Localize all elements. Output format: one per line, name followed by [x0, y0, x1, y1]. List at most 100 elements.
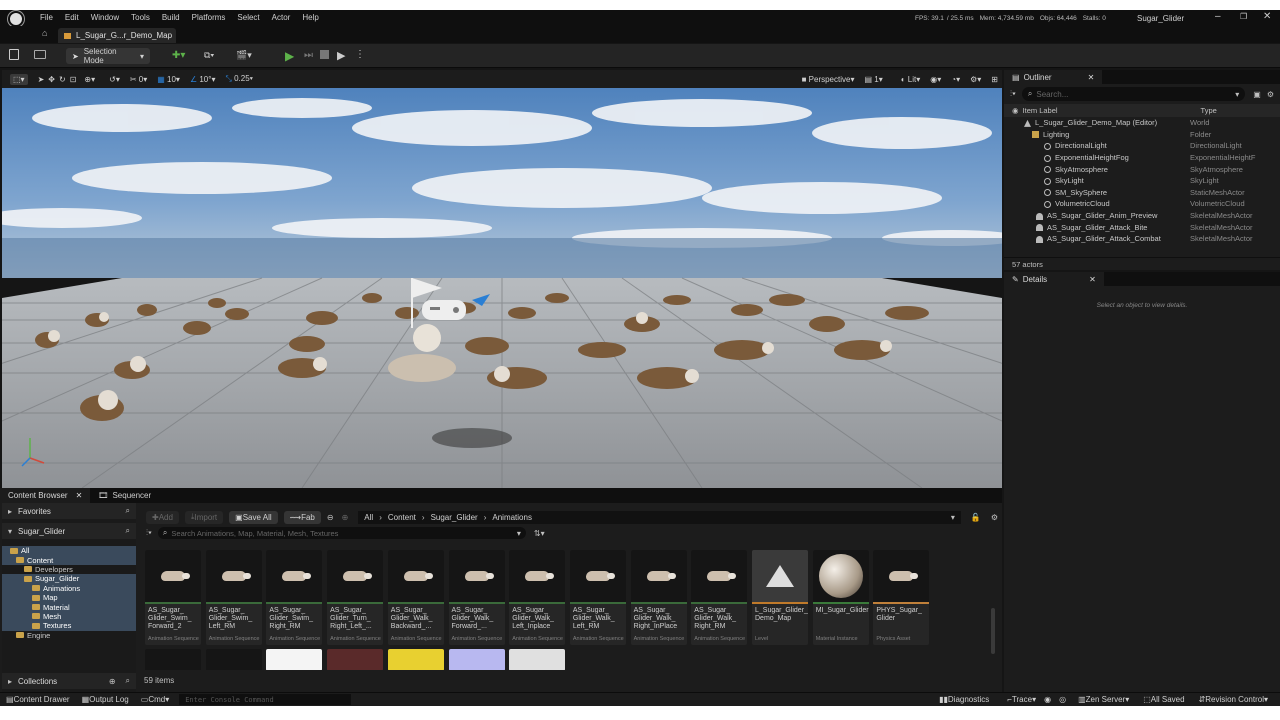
minimize-button[interactable]: – — [1215, 11, 1221, 22]
surface-snap-icon[interactable]: ↺▾ — [109, 75, 120, 84]
breadcrumb-separator-icon[interactable]: › — [422, 513, 425, 522]
sort-icon[interactable]: ⇅▾ — [534, 529, 545, 538]
folder-tree-item[interactable]: Animations — [2, 583, 136, 593]
rotate-icon[interactable]: ↻ — [59, 75, 66, 84]
add-folder-icon[interactable]: ▣ — [1253, 90, 1261, 99]
breadcrumb-item[interactable]: Content — [388, 513, 416, 522]
asset-tile[interactable]: PHYS_Sugar_ Glider Physics Asset — [873, 550, 930, 645]
project-root-header[interactable]: ▾ Sugar_Glider ⌕ — [2, 523, 136, 539]
revision-control-dropdown[interactable]: ⇵ Revision Control ▾ — [1199, 695, 1268, 704]
breadcrumb-item[interactable]: All — [364, 513, 373, 522]
outliner-settings-icon[interactable]: ⚙ — [1267, 90, 1274, 99]
asset-tile[interactable]: AS_Sugar_ Glider_Swim_ Right_RM Animation… — [266, 550, 323, 645]
cb-search-input[interactable]: ⌕ Search Animations, Map, Material, Mesh… — [157, 527, 526, 539]
asset-tile[interactable]: AS_Sugar_ Glider_Walk_ Left_Inplace Anima… — [509, 550, 566, 645]
content-drawer-button[interactable]: ▤ Content Drawer — [6, 695, 70, 704]
folder-tree-item[interactable]: Map — [2, 592, 136, 603]
chevron-down-icon[interactable]: ▾ — [951, 513, 955, 522]
close-details-icon[interactable]: ✕ — [1089, 275, 1096, 284]
save-all-button[interactable]: ▣ Save All — [229, 510, 278, 524]
breadcrumb-separator-icon[interactable]: › — [484, 513, 487, 522]
play-icon[interactable]: ▶ — [285, 49, 294, 63]
add-button[interactable]: ✚ Add — [146, 510, 179, 524]
trace-dropdown[interactable]: ⌐ Trace ▾ — [1007, 695, 1036, 704]
scale-snap-toggle[interactable]: ⤡ 0.25▾ — [225, 74, 253, 84]
filter-icon[interactable]: ⫶▾ — [1010, 89, 1016, 99]
favorites-search-icon[interactable]: ⌕ — [126, 506, 130, 516]
menu-help[interactable]: Help — [302, 13, 318, 22]
blueprint-icon[interactable]: ⧉▾ — [204, 50, 214, 61]
outliner-row[interactable]: SkyAtmosphere SkyAtmosphere — [1004, 163, 1280, 175]
zen-server-button[interactable]: ▥ Zen Server ▾ — [1078, 695, 1129, 704]
folder-tree-item[interactable]: Developers — [2, 565, 136, 574]
dark-texture-icon[interactable] — [145, 649, 201, 670]
maximize-button[interactable]: ❐ — [1240, 12, 1247, 21]
folder-tree-item[interactable]: Content — [2, 555, 136, 565]
add-collection-icon[interactable]: ⊕ — [109, 677, 116, 686]
dark-texture-icon[interactable] — [205, 649, 262, 670]
outliner-search-input[interactable]: ⌕ Search... ▾ — [1021, 87, 1246, 101]
cb-settings-icon[interactable]: ⚙ — [991, 513, 998, 522]
settings-gear-icon[interactable]: ⚙▾ — [970, 75, 981, 84]
close-content-browser-icon[interactable]: ✕ — [76, 491, 83, 500]
fur-texture-icon[interactable] — [509, 649, 566, 670]
outliner-row[interactable]: SkyLight SkyLight — [1004, 175, 1280, 187]
folder-tree-item[interactable]: Mesh — [2, 611, 136, 622]
outliner-row[interactable]: AS_Sugar_Glider_Attack_Bite SkeletalMeshA… — [1004, 221, 1280, 233]
outliner-tab[interactable]: ▤ Outliner ✕ — [1004, 70, 1103, 84]
asset-tile[interactable]: L_Sugar_Glider_ Demo_Map Level — [752, 550, 808, 645]
console-input[interactable]: Enter Console Command — [179, 694, 352, 705]
folder-tree-item[interactable]: Engine — [2, 631, 136, 640]
outliner-row[interactable]: AS_Sugar_Glider_Attack_Combat SkeletalMes… — [1004, 233, 1280, 245]
breadcrumb-item[interactable]: Animations — [492, 513, 532, 522]
level-tab[interactable]: L_Sugar_G...r_Demo_Map — [58, 28, 176, 43]
outliner-row[interactable]: L_Sugar_Glider_Demo_Map (Editor) World — [1004, 117, 1280, 129]
output-log-button[interactable]: ▦ Output Log — [82, 695, 129, 704]
close-button[interactable]: ✕ — [1263, 11, 1271, 22]
back-icon[interactable]: ⊖ — [327, 513, 334, 522]
world-icon[interactable]: ⊕▾ — [84, 75, 95, 84]
browse-icon[interactable] — [34, 50, 46, 59]
selection-mode-dropdown[interactable]: ➤ Selection Mode ▾ — [66, 47, 150, 65]
asset-tile[interactable]: AS_Sugar_ Glider_Walk_ Right_RM Animation… — [691, 550, 748, 645]
save-icon[interactable] — [9, 49, 19, 60]
asset-tile[interactable]: MI_Sugar_Glider Material Instance — [812, 550, 869, 645]
select-icon[interactable]: ➤ — [38, 75, 45, 84]
outliner-row[interactable]: AS_Sugar_Glider_Anim_Preview SkeletalMesh… — [1004, 210, 1280, 222]
cb-filter-icon[interactable]: ⫶▾ — [146, 528, 152, 538]
perspective-dropdown[interactable]: ■ Perspective▾ — [802, 75, 855, 84]
menu-platforms[interactable]: Platforms — [192, 13, 226, 22]
breadcrumb-separator-icon[interactable]: › — [379, 513, 382, 522]
menu-file[interactable]: File — [40, 13, 53, 22]
asset-tile[interactable]: AS_Sugar_ Glider_Swim_ Forward_2 Animatio… — [145, 550, 201, 645]
show-icon[interactable]: ◉▾ — [930, 75, 941, 84]
asset-grid-scrollbar[interactable] — [991, 608, 995, 654]
import-button[interactable]: ⤓ Import — [184, 510, 224, 524]
close-outliner-icon[interactable]: ✕ — [1088, 73, 1095, 82]
breadcrumb-item[interactable]: Sugar_Glider — [431, 513, 478, 522]
cmd-dropdown[interactable]: ▭ Cmd ▾ — [141, 695, 169, 704]
visibility-icon[interactable]: ◉ — [1012, 106, 1019, 115]
home-icon[interactable]: ⌂ — [42, 28, 47, 38]
record-icon[interactable]: ◉ — [1044, 695, 1051, 704]
folder-tree-item[interactable]: Material — [2, 602, 136, 612]
layout-icon[interactable]: ⊞ — [991, 75, 998, 84]
asset-tile[interactable]: AS_Sugar_ Glider_Turn_ Right_Left_... Ani… — [327, 550, 384, 645]
outliner-row[interactable]: DirectionalLight DirectionalLight — [1004, 140, 1280, 152]
rotation-snap-toggle[interactable]: ✂ 0▾ — [130, 75, 147, 84]
screenshot-icon[interactable]: ◎ — [1059, 695, 1066, 704]
outliner-row[interactable]: ExponentialHeightFog ExponentialHeightF — [1004, 152, 1280, 164]
diagnostics-button[interactable]: ▮▮ Diagnostics — [939, 695, 989, 704]
menu-build[interactable]: Build — [162, 13, 180, 22]
outliner-row[interactable]: SM_SkySphere StaticMeshActor — [1004, 187, 1280, 199]
asset-tile[interactable]: AS_Sugar_ Glider_Walk_ Left_RM Animation … — [569, 550, 626, 645]
asset-tile[interactable]: AS_Sugar_ Glider_Walk_ Forward_... Animat… — [448, 550, 505, 645]
menu-tools[interactable]: Tools — [131, 13, 150, 22]
cinematics-icon[interactable]: 🎬▾ — [236, 50, 252, 61]
realtime-icon[interactable]: ◔▾ — [951, 75, 960, 84]
lock-icon[interactable]: 🔓 — [971, 513, 981, 522]
all-saved-button[interactable]: ⬚ All Saved — [1143, 695, 1184, 704]
details-tab[interactable]: ✎ Details ✕ — [1004, 272, 1104, 286]
pattern-texture-icon[interactable] — [327, 649, 384, 670]
outliner-row[interactable]: VolumetricCloud VolumetricCloud — [1004, 198, 1280, 210]
